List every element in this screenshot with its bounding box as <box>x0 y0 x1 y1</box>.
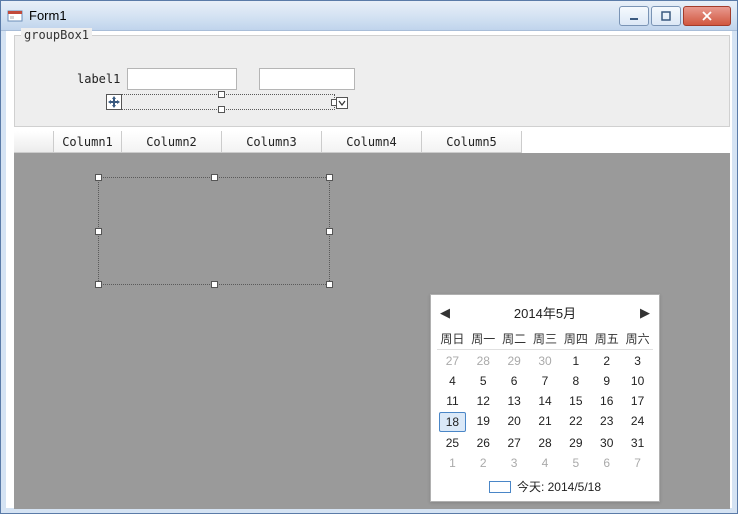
window-title: Form1 <box>29 8 619 23</box>
calendar-day[interactable]: 31 <box>622 434 653 452</box>
datagridview[interactable]: Column1Column2Column3Column4Column5 ◀ 20… <box>14 131 730 509</box>
resize-handle[interactable] <box>218 91 225 98</box>
resize-handle[interactable] <box>326 281 333 288</box>
calendar-prev-icon[interactable]: ◀ <box>439 307 451 319</box>
calendar-dow: 周六 <box>622 328 653 350</box>
close-button[interactable] <box>683 6 731 26</box>
textbox-1[interactable] <box>127 68 237 90</box>
calendar-day[interactable]: 3 <box>622 352 653 370</box>
groupbox[interactable]: groupBox1 label1 <box>14 35 730 127</box>
calendar-day[interactable]: 1 <box>560 352 591 370</box>
calendar-day[interactable]: 27 <box>499 434 530 452</box>
calendar-day[interactable]: 16 <box>591 392 622 410</box>
designer-selection-2[interactable] <box>98 177 330 285</box>
calendar-day[interactable]: 23 <box>591 412 622 432</box>
calendar-day[interactable]: 7 <box>530 372 561 390</box>
calendar-day[interactable]: 21 <box>530 412 561 432</box>
calendar-day[interactable]: 27 <box>437 352 468 370</box>
maximize-button[interactable] <box>651 6 681 26</box>
calendar-dow: 周日 <box>437 328 468 350</box>
resize-handle[interactable] <box>326 174 333 181</box>
app-icon <box>7 8 23 24</box>
calendar-day[interactable]: 17 <box>622 392 653 410</box>
calendar-day[interactable]: 4 <box>437 372 468 390</box>
calendar-dow: 周五 <box>591 328 622 350</box>
resize-handle[interactable] <box>218 106 225 113</box>
resize-handle[interactable] <box>211 281 218 288</box>
calendar-day[interactable]: 14 <box>530 392 561 410</box>
calendar-dow: 周四 <box>560 328 591 350</box>
calendar-day[interactable]: 22 <box>560 412 591 432</box>
textbox-2[interactable] <box>259 68 355 90</box>
designer-selection-1[interactable] <box>107 94 335 110</box>
titlebar[interactable]: Form1 <box>1 1 737 31</box>
calendar-day[interactable]: 20 <box>499 412 530 432</box>
calendar-day[interactable]: 13 <box>499 392 530 410</box>
calendar-day[interactable]: 12 <box>468 392 499 410</box>
calendar-today-row[interactable]: 今天: 2014/5/18 <box>437 478 653 495</box>
calendar-day[interactable]: 5 <box>560 454 591 472</box>
calendar-day[interactable]: 5 <box>468 372 499 390</box>
calendar-day[interactable]: 30 <box>530 352 561 370</box>
calendar-dow: 周三 <box>530 328 561 350</box>
calendar-day[interactable]: 29 <box>499 352 530 370</box>
calendar-day[interactable]: 28 <box>468 352 499 370</box>
calendar-day[interactable]: 2 <box>468 454 499 472</box>
resize-handle[interactable] <box>211 174 218 181</box>
calendar-day[interactable]: 2 <box>591 352 622 370</box>
column-header[interactable]: Column2 <box>122 131 222 153</box>
calendar-dow: 周二 <box>499 328 530 350</box>
column-header[interactable]: Column1 <box>54 131 122 153</box>
calendar-day[interactable]: 6 <box>591 454 622 472</box>
calendar-dow: 周一 <box>468 328 499 350</box>
row-header-corner[interactable] <box>14 131 54 153</box>
column-header[interactable]: Column3 <box>222 131 322 153</box>
calendar-day[interactable]: 9 <box>591 372 622 390</box>
calendar-next-icon[interactable]: ▶ <box>639 307 651 319</box>
calendar-day[interactable]: 25 <box>437 434 468 452</box>
calendar-header: ◀ 2014年5月 ▶ <box>437 299 653 328</box>
calendar-day[interactable]: 4 <box>530 454 561 472</box>
calendar-day[interactable]: 26 <box>468 434 499 452</box>
calendar-day[interactable]: 10 <box>622 372 653 390</box>
resize-handle[interactable] <box>95 281 102 288</box>
calendar-day[interactable]: 1 <box>437 454 468 472</box>
calendar-day[interactable]: 11 <box>437 392 468 410</box>
form-window: Form1 groupBox1 label1 <box>0 0 738 514</box>
resize-handle[interactable] <box>331 99 338 106</box>
calendar-day[interactable]: 18 <box>439 412 466 432</box>
client-area: groupBox1 label1 Column1Column2Co <box>1 31 737 513</box>
resize-handle[interactable] <box>95 174 102 181</box>
label1: label1 <box>77 72 120 86</box>
window-buttons <box>619 6 731 26</box>
groupbox-caption: groupBox1 <box>21 28 92 42</box>
smart-tag-icon[interactable] <box>336 97 348 109</box>
calendar-day[interactable]: 6 <box>499 372 530 390</box>
calendar-day[interactable]: 3 <box>499 454 530 472</box>
calendar-day[interactable]: 8 <box>560 372 591 390</box>
calendar-day[interactable]: 28 <box>530 434 561 452</box>
calendar-title[interactable]: 2014年5月 <box>514 303 576 322</box>
today-marker-icon <box>489 481 511 493</box>
calendar-today-label: 今天: 2014/5/18 <box>517 478 601 495</box>
column-header[interactable]: Column5 <box>422 131 522 153</box>
column-header[interactable]: Column4 <box>322 131 422 153</box>
calendar-day[interactable]: 7 <box>622 454 653 472</box>
resize-handle[interactable] <box>326 228 333 235</box>
calendar-day[interactable]: 24 <box>622 412 653 432</box>
calendar-day[interactable]: 29 <box>560 434 591 452</box>
resize-handle[interactable] <box>95 228 102 235</box>
calendar-day[interactable]: 15 <box>560 392 591 410</box>
month-calendar[interactable]: ◀ 2014年5月 ▶ 周日周一周二周三周四周五周六 2728293012345… <box>430 294 660 502</box>
calendar-day[interactable]: 19 <box>468 412 499 432</box>
minimize-button[interactable] <box>619 6 649 26</box>
move-handle-icon[interactable] <box>106 94 122 110</box>
calendar-day[interactable]: 30 <box>591 434 622 452</box>
datagridview-header: Column1Column2Column3Column4Column5 <box>14 131 730 153</box>
